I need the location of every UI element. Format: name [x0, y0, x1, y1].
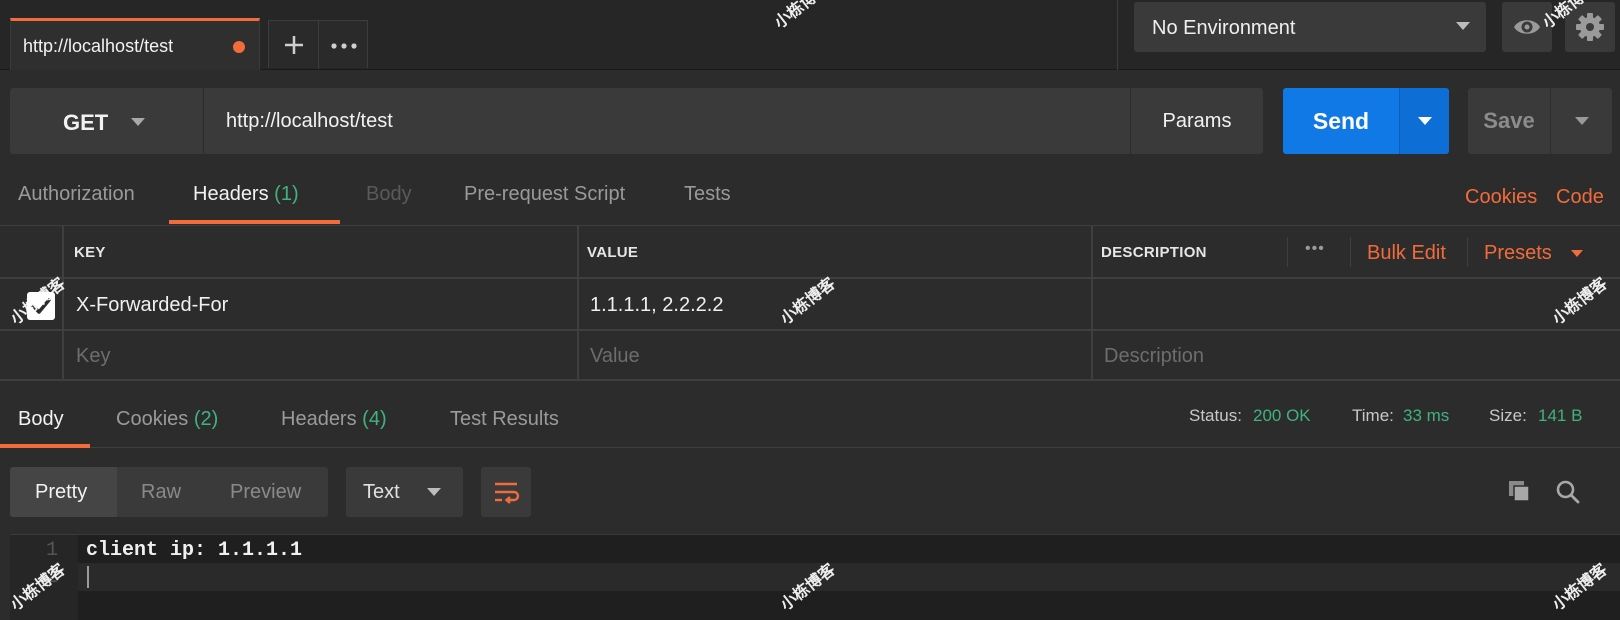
environment-label: No Environment: [1152, 17, 1296, 39]
presets-label: Presets: [1484, 242, 1552, 264]
divider: [0, 447, 1620, 448]
divider: [0, 379, 1620, 381]
text-cursor: [87, 566, 89, 588]
table-more-button[interactable]: •••: [1305, 240, 1325, 258]
format-label: Text: [363, 481, 400, 503]
size-label: Size:: [1489, 406, 1527, 425]
method-select[interactable]: GET: [10, 88, 203, 154]
code-line: client ip: 1.1.1.1: [86, 539, 303, 562]
cookies-count: (2): [193, 408, 219, 430]
mode-raw-button[interactable]: Raw: [141, 481, 181, 504]
headers-count: (1): [274, 183, 299, 205]
size-value: 141 B: [1538, 406, 1583, 425]
save-button[interactable]: Save: [1468, 88, 1550, 154]
tab-headers-label: Headers: [193, 183, 269, 205]
bulk-edit-link[interactable]: Bulk Edit: [1367, 242, 1446, 265]
url-input[interactable]: [203, 88, 1130, 154]
chevron-down-icon: [1456, 22, 1470, 30]
response-tab-cookies[interactable]: Cookies (2): [116, 408, 218, 431]
response-tab-headers[interactable]: Headers (4): [281, 408, 387, 431]
divider: [577, 225, 579, 381]
response-headers-count: (4): [362, 408, 387, 430]
time-label: Time:: [1352, 406, 1394, 425]
plus-icon: [284, 36, 303, 54]
new-description-input[interactable]: Description: [1104, 345, 1204, 368]
tab-actions: [268, 20, 369, 69]
cookies-link[interactable]: Cookies: [1465, 186, 1537, 209]
response-tab-test-results[interactable]: Test Results: [450, 408, 559, 431]
new-tab-button[interactable]: [269, 21, 319, 69]
header-value-cell[interactable]: 1.1.1.1, 2.2.2.2: [590, 294, 723, 317]
divider: [1287, 237, 1288, 267]
tab-body[interactable]: Body: [366, 183, 412, 206]
mode-pretty-button[interactable]: Pretty: [35, 481, 87, 504]
active-tab-indicator: [0, 444, 90, 448]
chevron-down-icon: [1418, 117, 1432, 125]
response-tab-body[interactable]: Body: [18, 408, 64, 431]
active-tab-indicator: [169, 220, 340, 224]
more-tabs-button[interactable]: [319, 21, 369, 69]
tab-pre-request-script[interactable]: Pre-request Script: [464, 183, 625, 206]
response-tab-headers-label: Headers: [281, 408, 357, 430]
status-label: Status:: [1189, 406, 1242, 425]
environment-select[interactable]: No Environment: [1134, 2, 1486, 52]
chevron-down-icon: [131, 118, 145, 126]
more-icon: [331, 43, 357, 49]
copy-icon[interactable]: [1507, 479, 1533, 505]
header-key-cell[interactable]: X-Forwarded-For: [76, 294, 228, 317]
params-button[interactable]: Params: [1130, 88, 1263, 154]
tab-headers[interactable]: Headers (1): [193, 183, 299, 206]
presets-dropdown[interactable]: Presets: [1484, 242, 1552, 265]
tab-authorization[interactable]: Authorization: [18, 183, 135, 206]
wrap-lines-button[interactable]: [481, 467, 531, 517]
caret-down-icon: [1571, 250, 1583, 257]
divider: [0, 277, 1620, 279]
method-label: GET: [63, 110, 109, 135]
response-tab-cookies-label: Cookies: [116, 408, 189, 430]
mode-preview-button[interactable]: Preview: [230, 481, 301, 504]
column-header-value: VALUE: [587, 244, 639, 261]
divider: [0, 329, 1620, 331]
divider: [1117, 0, 1118, 70]
new-value-input[interactable]: Value: [590, 345, 640, 368]
search-icon[interactable]: [1554, 478, 1582, 506]
code-link[interactable]: Code: [1556, 186, 1604, 209]
wrap-lines-icon: [495, 482, 520, 504]
view-mode-group: Pretty Raw Preview: [10, 467, 328, 517]
send-options-button[interactable]: [1399, 88, 1449, 154]
save-options-button[interactable]: [1550, 88, 1612, 154]
format-select[interactable]: Text: [346, 467, 463, 517]
status-value: 200 OK: [1253, 406, 1311, 425]
request-tab[interactable]: http://localhost/test: [10, 18, 260, 70]
chevron-down-icon: [1575, 117, 1589, 125]
column-header-description: DESCRIPTION: [1101, 244, 1207, 261]
column-header-key: KEY: [74, 244, 106, 261]
chevron-down-icon: [427, 488, 441, 496]
divider: [62, 225, 64, 381]
new-key-input[interactable]: Key: [76, 345, 110, 368]
request-tab-title: http://localhost/test: [23, 36, 174, 56]
divider: [1350, 237, 1351, 267]
send-button[interactable]: Send: [1283, 88, 1399, 154]
time-value: 33 ms: [1403, 406, 1450, 425]
divider: [1091, 225, 1093, 381]
active-line-highlight: [78, 563, 1620, 591]
unsaved-dot-icon: [233, 41, 245, 53]
tab-tests[interactable]: Tests: [684, 183, 731, 206]
divider: [1467, 237, 1468, 267]
